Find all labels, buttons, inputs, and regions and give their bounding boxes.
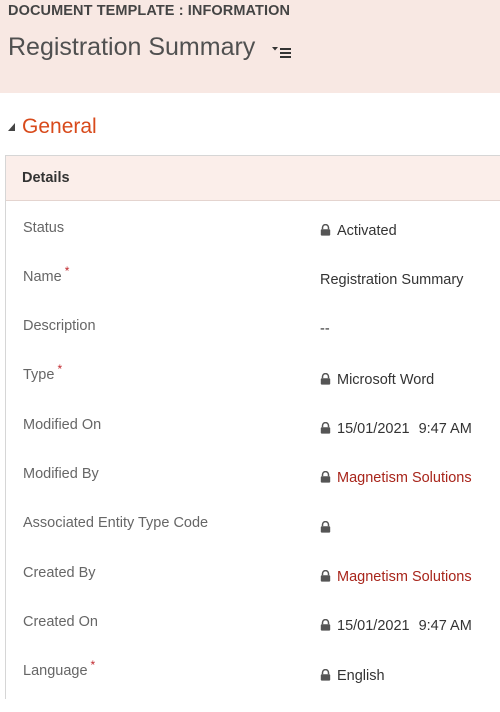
lock-icon	[320, 669, 331, 681]
field-row-language: Language * English	[6, 658, 500, 712]
field-row-modified-on: Modified On 15/01/2021 9:47 AM	[6, 417, 500, 466]
lock-icon	[320, 619, 331, 631]
section-title-general[interactable]: General	[22, 115, 97, 139]
field-label: Created On	[23, 614, 98, 630]
lock-icon	[320, 224, 331, 236]
field-value-description[interactable]: --	[320, 321, 330, 337]
field-label: Name *	[23, 264, 70, 285]
field-value-created-on: 15/01/2021 9:47 AM	[320, 618, 472, 634]
lock-icon	[320, 570, 331, 582]
field-value-language: English	[320, 668, 385, 684]
field-value-type: Microsoft Word	[320, 372, 434, 388]
lock-icon	[320, 373, 331, 385]
field-value-status: Activated	[320, 223, 397, 239]
form-header: DOCUMENT TEMPLATE : INFORMATION Registra…	[0, 0, 500, 93]
field-row-modified-by: Modified By Magnetism Solutions	[6, 466, 500, 515]
field-label: Status	[23, 220, 65, 236]
collapse-triangle-icon[interactable]	[7, 122, 17, 132]
field-label: Modified By	[23, 466, 99, 482]
field-value-modified-on: 15/01/2021 9:47 AM	[320, 421, 472, 437]
entity-label: DOCUMENT TEMPLATE : INFORMATION	[8, 3, 291, 19]
field-label: Created By	[23, 565, 96, 581]
field-row-created-by: Created By Magnetism Solutions	[6, 565, 500, 614]
required-indicator: *	[57, 362, 63, 376]
lock-icon	[320, 471, 331, 483]
field-label: Associated Entity Type Code	[23, 515, 209, 531]
required-indicator: *	[90, 658, 96, 672]
field-label: Modified On	[23, 417, 102, 433]
field-row-status: Status Activated	[6, 220, 500, 269]
field-value-associated-entity-type-code	[320, 520, 337, 536]
lock-icon	[320, 521, 331, 533]
lock-icon	[320, 422, 331, 434]
field-value-modified-by[interactable]: Magnetism Solutions	[320, 470, 472, 486]
details-label: Details	[22, 170, 70, 186]
field-value-name[interactable]: Registration Summary	[320, 272, 463, 288]
field-label: Language *	[23, 658, 96, 679]
required-indicator: *	[64, 264, 70, 278]
field-label: Description	[23, 318, 96, 334]
form-selector-icon[interactable]	[272, 46, 292, 60]
record-title: Registration Summary	[8, 33, 256, 61]
field-value-created-by[interactable]: Magnetism Solutions	[320, 569, 472, 585]
details-header: Details	[6, 156, 500, 201]
field-row-type: Type * Microsoft Word	[6, 362, 500, 416]
field-label: Type *	[23, 362, 63, 383]
field-row-description: Description --	[6, 318, 500, 367]
field-row-name: Name * Registration Summary	[6, 264, 500, 318]
field-row-created-on: Created On 15/01/2021 9:47 AM	[6, 614, 500, 663]
field-row-associated-entity-type-code: Associated Entity Type Code	[6, 515, 500, 564]
